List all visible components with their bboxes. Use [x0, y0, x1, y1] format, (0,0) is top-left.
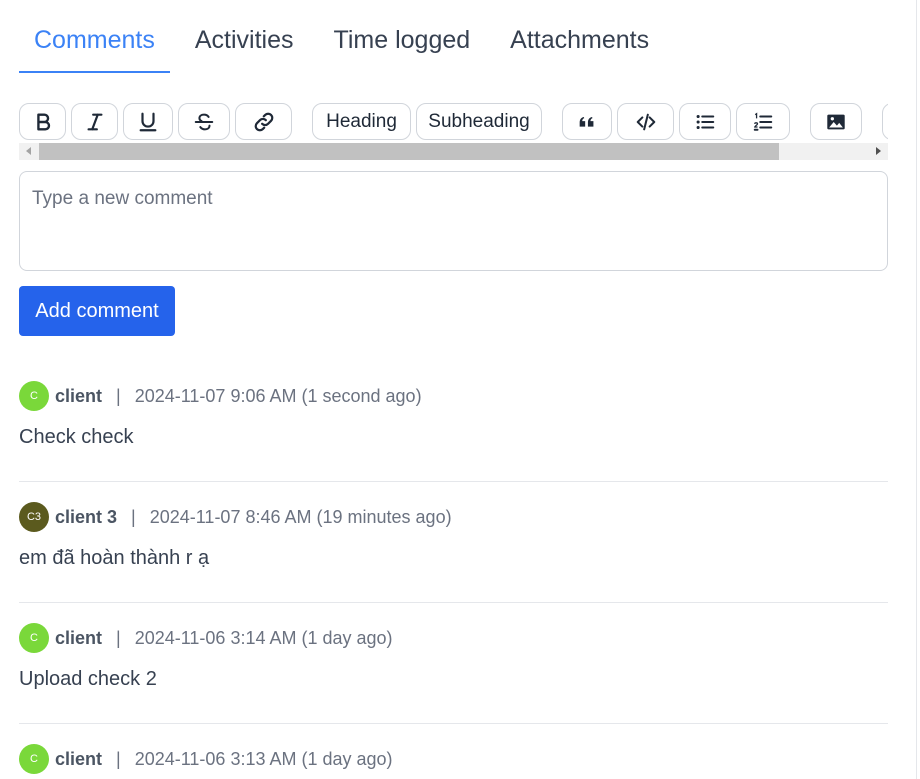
image-button[interactable] — [810, 103, 862, 140]
comment-author[interactable]: client — [55, 628, 102, 649]
meta-separator: | — [131, 506, 136, 527]
comment-timestamp: 2024-11-07 9:06 AM (1 second ago) — [134, 385, 422, 406]
blockquote-button[interactable] — [562, 103, 612, 140]
avatar[interactable]: C — [19, 381, 49, 411]
image-icon — [827, 114, 845, 129]
italic-icon — [86, 113, 103, 130]
bold-button[interactable] — [19, 103, 66, 140]
comment-input[interactable] — [19, 171, 888, 271]
underline-icon — [139, 112, 157, 131]
scroll-left-icon[interactable] — [26, 147, 31, 155]
numbered-list-button[interactable] — [736, 103, 790, 140]
comment-divider — [19, 602, 888, 603]
bullet-list-icon — [696, 114, 715, 129]
strikethrough-button[interactable] — [178, 103, 230, 140]
bold-icon — [36, 112, 50, 131]
underline-button[interactable] — [123, 103, 173, 140]
tab-time-logged[interactable]: Time logged — [334, 0, 471, 73]
link-button[interactable] — [235, 103, 292, 140]
comment-author[interactable]: client — [55, 386, 102, 407]
comment-divider — [19, 723, 888, 724]
heading-button[interactable]: Heading — [312, 103, 411, 140]
comment-timestamp: 2024-11-06 3:14 AM (1 day ago) — [134, 627, 393, 648]
comment-author[interactable]: client — [55, 749, 102, 770]
tab-activities[interactable]: Activities — [195, 0, 294, 73]
comment-item: C client | 2024-11-07 9:06 AM (1 second … — [19, 381, 888, 456]
comment-text: Check check — [19, 426, 134, 448]
avatar[interactable]: C3 — [19, 502, 49, 532]
strikethrough-icon — [194, 113, 214, 130]
numbered-list-icon — [753, 112, 773, 131]
comment-author[interactable]: client 3 — [55, 507, 117, 528]
scrollbar-thumb[interactable] — [39, 143, 779, 160]
comment-text: Upload check 2 — [19, 668, 157, 690]
avatar[interactable]: C — [19, 744, 49, 774]
italic-button[interactable] — [71, 103, 118, 140]
toolbar-scrollbar[interactable] — [19, 143, 888, 160]
meta-separator: | — [116, 627, 121, 648]
comment-timestamp: 2024-11-06 3:13 AM (1 day ago) — [134, 748, 393, 769]
meta-separator: | — [116, 385, 121, 406]
link-icon — [254, 112, 273, 131]
more-tools-button[interactable] — [882, 103, 888, 140]
code-button[interactable] — [617, 103, 674, 140]
scroll-right-icon[interactable] — [876, 147, 881, 155]
bullet-list-button[interactable] — [679, 103, 731, 140]
comment-item: C3 client 3 | 2024-11-07 8:46 AM (19 min… — [19, 502, 888, 577]
panel-border — [916, 0, 920, 779]
avatar[interactable]: C — [19, 623, 49, 653]
tab-bar: Comments Activities Time logged Attachme… — [19, 0, 689, 73]
add-comment-button[interactable]: Add comment — [19, 286, 175, 336]
code-icon — [636, 113, 655, 130]
comment-item: C client | 2024-11-06 3:14 AM (1 day ago… — [19, 623, 888, 698]
tab-attachments[interactable]: Attachments — [510, 0, 649, 73]
comment-item: C client | 2024-11-06 3:13 AM (1 day ago… — [19, 744, 888, 779]
quote-icon — [579, 116, 594, 127]
tab-comments[interactable]: Comments — [19, 0, 170, 73]
comment-timestamp: 2024-11-07 8:46 AM (19 minutes ago) — [149, 506, 452, 527]
comment-text: em đã hoàn thành r ạ — [19, 547, 210, 569]
meta-separator: | — [116, 748, 121, 769]
subheading-button[interactable]: Subheading — [416, 103, 542, 140]
comment-divider — [19, 481, 888, 482]
editor-toolbar: Heading Subheading — [19, 103, 888, 160]
